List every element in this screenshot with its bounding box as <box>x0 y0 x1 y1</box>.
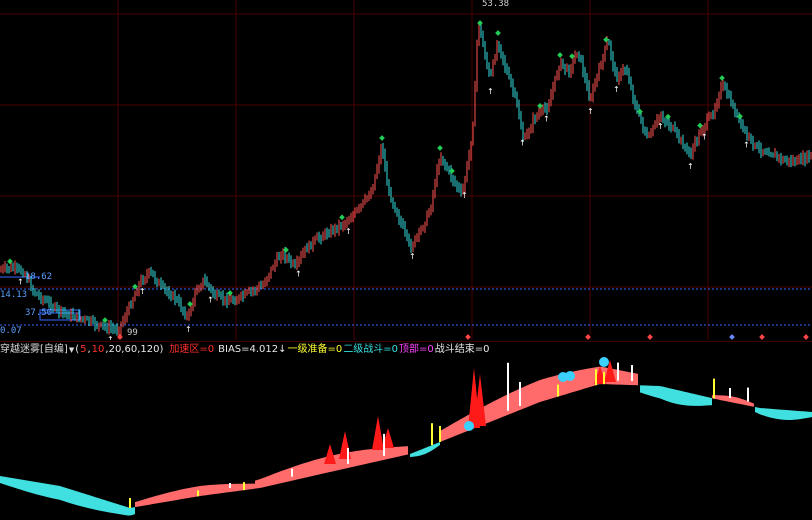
ribbon-down-segment <box>640 385 712 406</box>
buy-marker <box>697 122 703 129</box>
sell-marker: ↑ <box>487 87 494 96</box>
bottom-signal-dots <box>117 334 809 340</box>
buy-marker <box>719 75 725 81</box>
sell-marker: ↑ <box>743 141 750 150</box>
buy-marker <box>557 52 563 58</box>
main-price-chart[interactable]: ↑ ↑ ↑ ↑ ↑ ↑ ↑ ↑ ↑ ↑ ↑ ↑ ↑ ↑ ↑ ↑ ↑ ↑ <box>0 0 812 340</box>
ribbon-down-segment <box>0 476 135 516</box>
blue-circle-marker <box>599 357 609 367</box>
indicator-name[interactable]: 穿越迷雾[自编] <box>0 344 68 355</box>
sell-marker: ↑ <box>207 296 214 305</box>
price-guide-lines <box>0 276 812 326</box>
low-price-label: 99 <box>127 328 138 338</box>
level1-value: 一级准备=0 <box>287 344 343 355</box>
buy-marker <box>603 36 609 43</box>
sell-marker: ↑ <box>139 287 146 296</box>
buy-marker <box>637 108 643 115</box>
buy-marker <box>495 30 501 36</box>
param-1: 5 <box>80 344 87 355</box>
ribbon-down-segment <box>410 442 440 457</box>
buy-marker <box>537 103 543 109</box>
buy-marker <box>7 258 13 265</box>
bottom-dot <box>729 334 735 340</box>
sell-marker: ↑ <box>519 139 526 148</box>
buy-marker <box>227 290 233 296</box>
price-label-d: 0.07 <box>0 326 22 336</box>
end-value: 战斗结束=0 <box>434 344 490 355</box>
sell-marker: ↑ <box>701 132 708 141</box>
buy-marker <box>477 20 483 26</box>
param-2: 10 <box>91 344 105 355</box>
sell-marker: ↑ <box>17 278 24 287</box>
param-sep: , <box>87 344 91 355</box>
sell-marker: ↑ <box>543 115 550 124</box>
blue-circle-marker <box>464 421 474 431</box>
sell-marker: ↑ <box>345 227 352 236</box>
flame-spike <box>339 431 351 459</box>
price-label-a: 18.62 <box>25 272 53 282</box>
high-price-label: 53.38 <box>482 0 510 9</box>
buy-marker <box>569 53 575 60</box>
buy-marker <box>379 135 385 141</box>
sell-marker: ↑ <box>409 252 416 261</box>
sell-marker: ↑ <box>687 162 694 171</box>
zone-value: 加速区=0 <box>169 344 215 355</box>
signal-markers: ↑ ↑ ↑ ↑ ↑ ↑ ↑ ↑ ↑ ↑ ↑ ↑ ↑ ↑ ↑ ↑ ↑ ↑ <box>7 20 750 340</box>
buy-marker <box>449 168 455 174</box>
sell-marker: ↑ <box>461 191 468 200</box>
ribbon-up-segment <box>135 483 255 508</box>
buy-marker <box>283 247 289 253</box>
flame-spike <box>372 416 384 450</box>
indicator-header: 穿越迷雾[自编]▼(5,10,20,60,120) 加速区=0 BIAS=4.012… <box>0 341 812 357</box>
bottom-dot <box>647 334 653 340</box>
params-open: ( <box>75 344 80 355</box>
buy-marker <box>339 214 345 221</box>
indicator-chart[interactable] <box>0 356 812 520</box>
sell-marker: ↑ <box>613 85 620 94</box>
trend-ribbon <box>0 360 812 516</box>
buy-marker <box>187 301 193 307</box>
sell-marker: ↑ <box>107 335 114 340</box>
bottom-dot <box>465 334 471 340</box>
top-value: 顶部=0 <box>399 344 434 355</box>
sell-marker: ↑ <box>587 107 594 116</box>
sell-marker: ↑ <box>295 270 302 279</box>
buy-marker <box>737 113 743 120</box>
sell-marker: ↑ <box>657 122 664 131</box>
bottom-dot <box>803 334 809 340</box>
buy-marker <box>665 113 671 120</box>
bottom-dot <box>759 334 765 340</box>
dropdown-triangle-icon[interactable]: ▼ <box>69 346 74 354</box>
ribbon-down-segment <box>755 407 812 421</box>
buy-marker <box>437 145 443 151</box>
sell-marker: ↑ <box>185 325 192 334</box>
candlestick-series <box>0 22 812 337</box>
price-label-b: 14.13 <box>0 290 28 300</box>
bias-value: BIAS=4.012↓ <box>218 344 287 355</box>
price-label-c: 37.50 <box>25 308 53 318</box>
flame-spike <box>324 444 336 464</box>
level2-value: 二级战斗=0 <box>343 344 399 355</box>
blue-circle-marker <box>565 371 575 381</box>
param-rest: ,20,60,120) <box>105 344 164 355</box>
